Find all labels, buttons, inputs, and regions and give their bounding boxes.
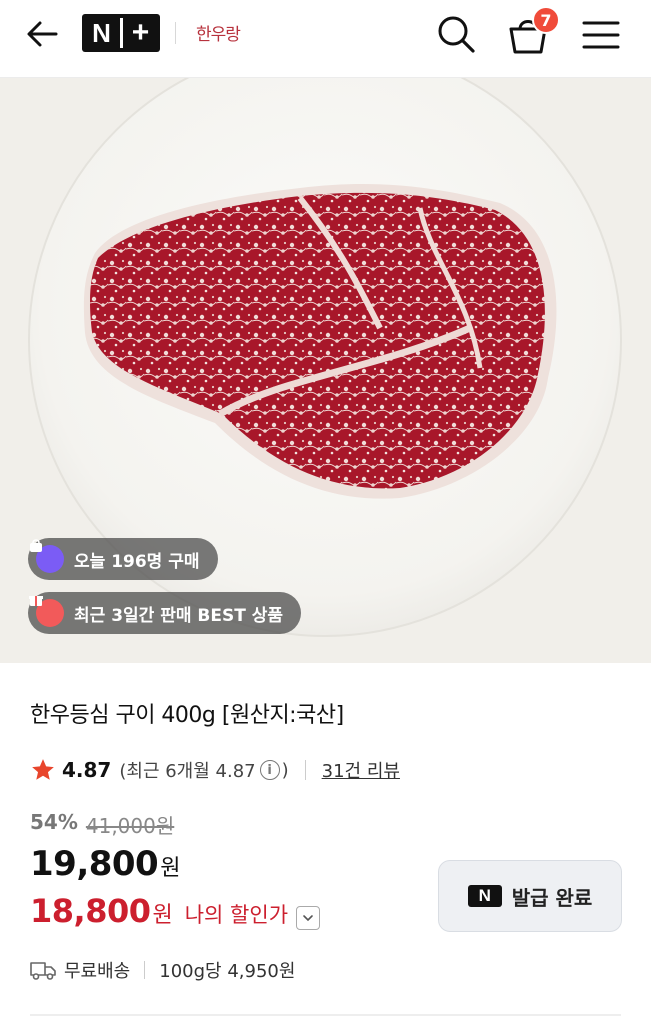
my-price-value: 18,800: [30, 892, 151, 930]
reviews-link[interactable]: 31건 리뷰: [322, 757, 400, 783]
section-divider: [30, 1014, 621, 1016]
original-price: 41,000원: [85, 814, 175, 838]
top-header: N + 한우랑 7: [0, 0, 651, 78]
naver-n-icon: N: [467, 885, 502, 907]
discount-row: 54% 41,000원: [30, 810, 174, 839]
search-icon: [438, 16, 475, 53]
best-seller-badge: 최근 3일간 판매 BEST 상품: [28, 592, 302, 634]
coupon-issued-button[interactable]: N 발급 완료: [438, 860, 622, 932]
info-icon[interactable]: i: [259, 760, 280, 780]
today-purchase-text: 오늘 196명 구매: [74, 551, 200, 572]
shipping-text: 무료배송: [64, 961, 131, 982]
my-price-unit: 원: [152, 903, 173, 928]
recent-rating-text: (최근 6개월 4.87: [119, 761, 256, 782]
cart-count-badge: 7: [532, 6, 560, 34]
rating-divider: [304, 760, 306, 780]
chevron-down-icon[interactable]: [296, 906, 321, 930]
my-price-label: 나의 할인가: [184, 903, 289, 927]
nplus-logo-plus: +: [131, 16, 150, 49]
shipping-divider: [144, 961, 146, 979]
back-button[interactable]: [22, 14, 62, 54]
best-seller-text: 최근 3일간 판매 BEST 상품: [74, 605, 284, 626]
search-button[interactable]: [434, 12, 478, 56]
recent-rating: (최근 6개월 4.87 i ): [119, 757, 288, 783]
today-purchase-badge: 오늘 196명 구매: [28, 538, 218, 580]
star-icon: [32, 759, 54, 780]
bag-icon: [30, 539, 64, 573]
coupon-label: 발급 완료: [511, 885, 593, 910]
header-divider: [175, 22, 176, 44]
rating-row: 4.87 (최근 6개월 4.87 i ) 31건 리뷰: [30, 755, 400, 785]
discount-percent: 54%: [30, 810, 78, 834]
menu-icon: [582, 21, 620, 49]
nplus-logo-n: N: [92, 17, 111, 48]
back-arrow-icon: [27, 21, 58, 47]
gift-icon: [29, 596, 64, 627]
recent-rating-close: ): [281, 759, 289, 781]
shipping-row: 무료배송 100g당 4,950원: [30, 956, 295, 984]
my-discount-price[interactable]: 18,800 원 나의 할인가: [30, 892, 321, 930]
product-title: 한우등심 구이 400g [원산지:국산]: [30, 703, 344, 728]
sale-price-unit: 원: [160, 856, 180, 881]
product-image[interactable]: 오늘 196명 구매 최근 3일간 판매 BEST 상품: [0, 78, 651, 663]
rating-score: 4.87: [62, 758, 112, 782]
truck-icon: [30, 962, 56, 980]
brand-logo[interactable]: 한우랑: [196, 20, 241, 45]
sale-price: 19,800원: [30, 844, 180, 884]
sale-price-value: 19,800: [30, 844, 159, 884]
menu-button[interactable]: [578, 12, 624, 58]
unit-price-text: 100g당 4,950원: [159, 961, 296, 982]
nplus-logo[interactable]: N +: [82, 14, 160, 52]
